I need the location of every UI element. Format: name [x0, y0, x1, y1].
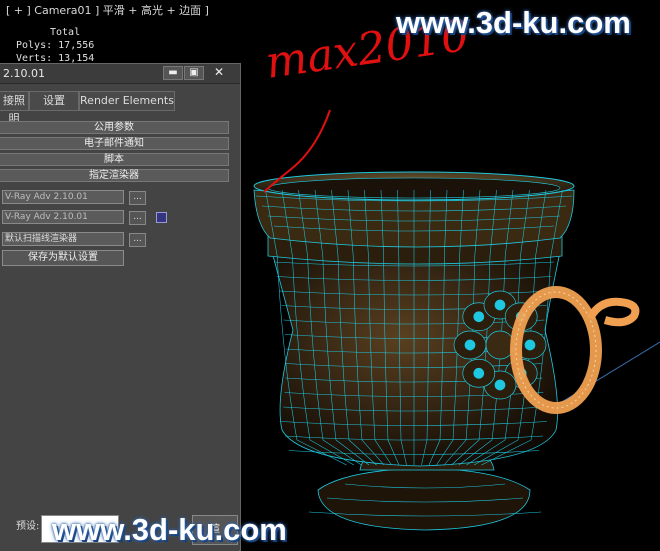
tab-settings[interactable]: 设置	[29, 91, 79, 111]
tab-indirect-illumination[interactable]: 接照明	[0, 91, 29, 125]
viewport-statistics: Total Polys: 17,556 Verts: 13,154	[16, 26, 94, 65]
restore-button[interactable]: ▣	[184, 66, 204, 80]
dialog-title: 2.10.01	[3, 67, 45, 80]
activeshade-browse-button[interactable]: ...	[129, 233, 146, 247]
stats-polys: Polys: 17,556	[16, 40, 95, 51]
lock-icon[interactable]	[156, 212, 167, 223]
rollout-assign-renderer[interactable]: 指定渲染器	[0, 169, 229, 182]
close-button[interactable]: ✕	[209, 66, 229, 80]
production-renderer-field: V-Ray Adv 2.10.01	[2, 190, 124, 204]
material-editor-renderer-field: V-Ray Adv 2.10.01	[2, 210, 124, 224]
stats-total-label: Total	[50, 27, 81, 38]
watermark-bottom: www.3d-ku.com	[52, 512, 287, 547]
preset-label: 预设:	[16, 521, 40, 532]
activeshade-renderer-field: 默认扫描线渲染器	[2, 232, 124, 246]
minimize-button[interactable]: ▬	[163, 66, 183, 80]
dialog-titlebar[interactable]: 2.10.01 ▬ ▣ ✕	[0, 64, 240, 84]
render-setup-dialog: 2.10.01 ▬ ▣ ✕ 接照明 设置 Render Elements 公用参…	[0, 63, 241, 551]
dialog-tabs: 接照明 设置 Render Elements	[0, 91, 239, 125]
production-browse-button[interactable]: ...	[129, 191, 146, 205]
rollout-email-notifications[interactable]: 电子邮件通知	[0, 137, 229, 150]
viewport-label[interactable]: [ + ] Camera01 ] 平滑 + 高光 + 边面 ]	[6, 2, 209, 18]
save-as-defaults-button[interactable]: 保存为默认设置	[2, 250, 124, 266]
watermark-top: www.3d-ku.com	[396, 5, 631, 40]
rollout-common-parameters[interactable]: 公用参数	[0, 121, 229, 134]
rollout-scripts[interactable]: 脚本	[0, 153, 229, 166]
material-editor-browse-button[interactable]: ...	[129, 211, 146, 225]
tab-render-elements[interactable]: Render Elements	[79, 91, 175, 111]
